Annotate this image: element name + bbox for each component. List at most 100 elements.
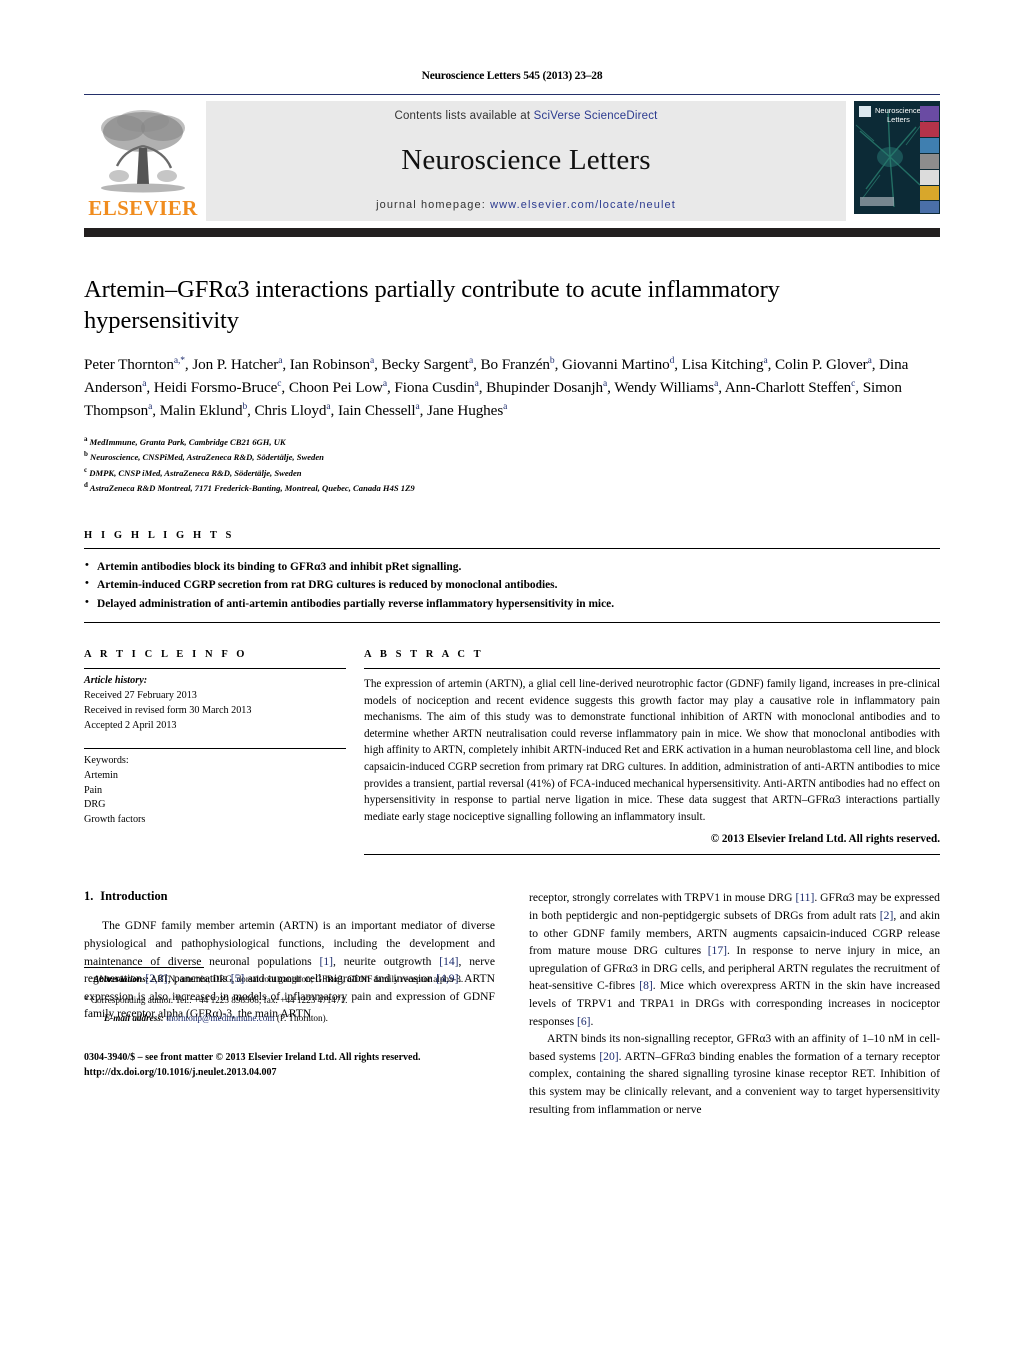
author-affiliation-marker: a — [763, 355, 768, 366]
abstract-rule-bottom — [364, 854, 940, 856]
homepage-prefix: journal homepage: — [376, 199, 491, 211]
journal-banner: ELSEVIER Contents lists available at Sci… — [84, 101, 940, 221]
author-affiliation-marker: a — [148, 401, 153, 412]
author-name: Colin P. Glover — [775, 355, 868, 373]
issn-block: 0304-3940/$ – see front matter © 2013 El… — [84, 1051, 495, 1080]
footnote-block: Abbreviations: ARTN, artemin; DRG, dorsa… — [84, 966, 495, 1026]
footnote-corresponding: * Corresponding author. Tel.: +44 1223 8… — [84, 994, 348, 1005]
author-name: Bhupinder Dosanjh — [486, 378, 603, 396]
highlights-list: Artemin antibodies block its binding to … — [84, 549, 940, 622]
article-history-item: Received 27 February 2013 — [84, 690, 197, 702]
citation-link[interactable]: [2] — [880, 909, 894, 922]
citation-link[interactable]: [14] — [439, 955, 458, 968]
article-history-item: Received in revised form 30 March 2013 — [84, 704, 252, 716]
citation-link[interactable]: [17] — [708, 944, 727, 957]
doi-link[interactable]: http://dx.doi.org/10.1016/j.neulet.2013.… — [84, 1066, 495, 1081]
author-name: Lisa Kitching — [681, 355, 764, 373]
affiliation-marker: d — [84, 481, 88, 490]
sciencedirect-link[interactable]: SciVerse ScienceDirect — [534, 110, 658, 122]
highlights-rule-bottom — [84, 622, 940, 624]
author-affiliation-marker: a — [714, 378, 719, 389]
footnote-email-line: E-mail address: thorntonp@medimmune.com … — [84, 1007, 495, 1026]
author-name: Malin Eklund — [159, 401, 243, 419]
journal-cover-thumbnail: Neuroscience Letters — [854, 101, 940, 221]
author-affiliation-marker: a — [468, 355, 474, 366]
author-name: Chris Lloyd — [254, 401, 327, 419]
author-affiliation-marker: a — [603, 378, 608, 389]
abstract-body: The expression of artemin (ARTN), a glia… — [364, 678, 940, 823]
paper-page: Neuroscience Letters 545 (2013) 23–28 EL… — [84, 0, 940, 1351]
body-column-left: 1. Introduction The GDNF family member ar… — [84, 889, 495, 1118]
highlight-item: Artemin antibodies block its binding to … — [84, 557, 940, 576]
author-name: Peter Thornton — [84, 355, 174, 373]
highlight-item: Delayed administration of anti-artemin a… — [84, 594, 940, 613]
author-affiliation-marker: a — [415, 401, 420, 412]
affiliation-item: d AstraZeneca R&D Montreal, 7171 Frederi… — [84, 481, 415, 494]
keyword-item: DRG — [84, 799, 106, 811]
info-abstract-row: A R T I C L E I N F O Article history: R… — [84, 649, 940, 856]
author-affiliation-marker: a — [503, 401, 508, 412]
abbrev-indent — [84, 974, 93, 984]
author-name: Bo Franzén — [480, 355, 550, 373]
keywords-label: Keywords: — [84, 754, 129, 766]
running-head: Neuroscience Letters 545 (2013) 23–28 — [421, 70, 603, 82]
citation-link[interactable]: [20] — [599, 1050, 618, 1063]
author-affiliation-marker: d — [669, 355, 675, 366]
keyword-item: Growth factors — [84, 814, 146, 826]
abstract-heading: A B S T R A C T — [364, 649, 484, 661]
article-history-item: Accepted 2 April 2013 — [84, 719, 177, 731]
author-affiliation-marker: a — [867, 355, 872, 366]
affiliation-list: a MedImmune, Granta Park, Cambridge CB21… — [84, 434, 940, 496]
elsevier-tree-icon — [97, 106, 189, 198]
journal-homepage-link[interactable]: www.elsevier.com/locate/neulet — [490, 199, 676, 211]
affiliation-marker: c — [84, 465, 88, 474]
intro-paragraph-right-2: ARTN binds its non-signalling receptor, … — [529, 1032, 941, 1116]
citation-link[interactable]: [8] — [639, 979, 653, 992]
article-info-heading: A R T I C L E I N F O — [84, 649, 248, 661]
section-title: Introduction — [100, 889, 168, 904]
article-history-label: Article history: — [84, 675, 148, 687]
author-affiliation-marker: a — [369, 355, 375, 366]
affiliation-marker: b — [84, 450, 88, 459]
header-rule — [84, 94, 940, 95]
elsevier-wordmark: ELSEVIER — [88, 196, 198, 220]
banner-dark-band — [84, 228, 940, 237]
author-affiliation-marker: c — [277, 378, 282, 389]
intro-paragraph-right-1: receptor, strongly correlates with TRPV1… — [529, 891, 940, 1028]
banner-center: Contents lists available at SciVerse Sci… — [206, 101, 846, 221]
body-columns: 1. Introduction The GDNF family member ar… — [84, 889, 940, 1118]
citation-link[interactable]: [1] — [319, 955, 333, 968]
author-name: Jane Hughes — [427, 401, 504, 419]
keyword-item: Artemin — [84, 769, 118, 781]
section-heading-introduction: 1. Introduction — [84, 889, 495, 904]
author-name: Choon Pei Low — [288, 378, 383, 396]
author-name: Ann-Charlott Steffen — [724, 378, 852, 396]
author-affiliation-marker: a — [474, 378, 479, 389]
author-list: Peter Thorntona,*, Jon P. Hatchera, Ian … — [84, 355, 909, 419]
author-name: Giovanni Martino — [561, 355, 670, 373]
body-column-right: receptor, strongly correlates with TRPV1… — [529, 889, 940, 1118]
affiliation-item: b Neuroscience, CNSPiMed, AstraZeneca R&… — [84, 450, 324, 463]
highlights-heading: H I G H L I G H T S — [84, 529, 235, 541]
article-history-block: Article history: Received 27 February 20… — [84, 669, 346, 734]
citation-link[interactable]: [6] — [577, 1015, 591, 1028]
cover-title-line1: Neuroscience — [875, 106, 921, 115]
email-label: E-mail address: — [104, 1013, 164, 1024]
author-affiliation-marker: a — [278, 355, 283, 366]
issn-line: 0304-3940/$ – see front matter © 2013 El… — [84, 1052, 421, 1064]
contents-prefix: Contents lists available at — [394, 110, 534, 122]
author-name: Iain Chessell — [337, 401, 416, 419]
keywords-block: Keywords: Artemin Pain DRG Growth factors — [84, 749, 346, 828]
citation-link[interactable]: [11] — [795, 891, 814, 904]
keyword-item: Pain — [84, 784, 103, 796]
affiliation-item: c DMPK, CNSP iMed, AstraZeneca R&D, Söde… — [84, 465, 302, 478]
author-affiliation-marker: a — [382, 378, 387, 389]
email-link[interactable]: thorntonp@medimmune.com — [166, 1013, 274, 1023]
author-affiliation-marker: b — [242, 401, 248, 412]
article-history-lines: Received 27 February 2013 Received in rev… — [84, 689, 346, 734]
affiliation-item: a MedImmune, Granta Park, Cambridge CB21… — [84, 435, 286, 447]
journal-title: Neuroscience Letters — [401, 144, 651, 176]
abbrev-label: Abbreviations: — [93, 973, 149, 984]
author-name: Jon P. Hatcher — [192, 355, 279, 373]
abbrev-text: ARTN, artemin; DRG, dorsal root ganglion… — [150, 973, 464, 984]
